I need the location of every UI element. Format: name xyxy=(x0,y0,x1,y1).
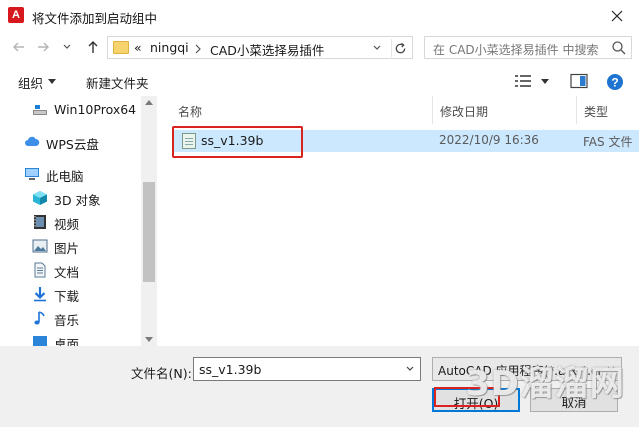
sidebar-item-label: 音乐 xyxy=(54,313,80,328)
drive-icon xyxy=(33,105,47,115)
filename-dropdown-button[interactable] xyxy=(404,363,416,375)
view-options-button[interactable] xyxy=(514,73,532,89)
chevron-down-icon xyxy=(607,366,615,371)
refresh-button[interactable] xyxy=(391,39,409,57)
file-type-filter[interactable]: AutoCAD 应用程序(*.arx;*.crx; xyxy=(432,357,622,381)
sidebar-item-documents[interactable]: 文档 xyxy=(0,258,141,282)
cancel-button-label: 取消 xyxy=(561,395,587,410)
close-icon xyxy=(611,10,623,22)
desktop-icon xyxy=(33,336,47,346)
window-title: 将文件添加到启动组中 xyxy=(32,11,158,26)
sidebar-item-label: 视频 xyxy=(54,217,80,232)
refresh-icon xyxy=(395,42,406,53)
details-view-icon xyxy=(515,75,531,87)
column-header-name[interactable]: 名称 xyxy=(178,96,202,124)
help-button[interactable]: ? xyxy=(606,73,624,91)
sidebar-item-label: 3D 对象 xyxy=(54,193,101,208)
annotation-highlight-box xyxy=(434,387,500,407)
scroll-down-arrow-icon[interactable] xyxy=(145,337,153,342)
view-caret-icon[interactable] xyxy=(541,79,549,84)
sidebar-item-label: 下载 xyxy=(54,289,80,304)
title-bar: A 将文件添加到启动组中 xyxy=(0,0,639,32)
breadcrumb-separator-icon xyxy=(195,44,201,54)
search-icon xyxy=(612,41,626,55)
file-type: FAS 文件 xyxy=(583,135,633,149)
cancel-button[interactable]: 取消 xyxy=(530,388,618,412)
column-header-modified[interactable]: 修改日期 xyxy=(440,96,488,124)
navigation-bar: « ningqi CAD小菜选择易插件 在 CAD小菜选择易插件 中搜索 xyxy=(0,32,639,62)
preview-pane-icon xyxy=(570,73,588,89)
search-placeholder: 在 CAD小菜选择易插件 中搜索 xyxy=(433,43,599,57)
download-icon xyxy=(34,287,46,302)
svg-text:?: ? xyxy=(611,76,618,90)
sidebar-item-videos[interactable]: 视频 xyxy=(0,210,141,234)
breadcrumb-ningqi[interactable]: ningqi xyxy=(150,40,189,55)
sidebar-item-wps-cloud[interactable]: WPS云盘 xyxy=(0,130,141,154)
address-bar[interactable]: « ningqi CAD小菜选择易插件 xyxy=(107,36,413,59)
new-folder-button[interactable]: 新建文件夹 xyxy=(86,73,149,92)
sidebar-item-downloads[interactable]: 下载 xyxy=(0,282,141,306)
back-button[interactable] xyxy=(10,38,28,56)
column-separator[interactable] xyxy=(576,96,577,124)
preview-pane-button[interactable] xyxy=(570,73,588,89)
filename-label: 文件名(N): xyxy=(131,366,192,381)
sidebar-item-music[interactable]: 音乐 xyxy=(0,306,141,330)
chevron-down-icon xyxy=(406,366,414,371)
file-modified-date: 2022/10/9 16:36 xyxy=(439,133,539,147)
filename-combobox[interactable]: ss_v1.39b xyxy=(193,357,421,381)
video-icon xyxy=(34,215,46,229)
breadcrumb-current-folder[interactable]: CAD小菜选择易插件 xyxy=(210,40,324,59)
filename-input[interactable]: ss_v1.39b xyxy=(199,362,261,377)
documents-icon xyxy=(34,262,46,278)
pictures-icon xyxy=(32,239,48,253)
music-icon xyxy=(34,311,45,325)
organize-menu[interactable]: 组织 xyxy=(18,73,43,92)
close-button[interactable] xyxy=(595,0,639,32)
up-button[interactable] xyxy=(84,38,102,56)
file-type-filter-value: AutoCAD 应用程序(*.arx;*.crx; xyxy=(438,364,603,378)
sidebar-item-label: WPS云盘 xyxy=(46,137,99,152)
cloud-icon xyxy=(25,136,40,146)
breadcrumb-overflow[interactable]: « xyxy=(134,40,142,55)
forward-arrow-icon xyxy=(38,42,49,52)
back-arrow-icon xyxy=(13,42,24,52)
scrollbar-thumb[interactable] xyxy=(143,182,155,282)
column-header-type[interactable]: 类型 xyxy=(584,96,608,124)
command-toolbar: 组织 新建文件夹 ? xyxy=(0,66,639,96)
sidebar-scrollbar[interactable] xyxy=(141,96,157,346)
recent-locations-button[interactable] xyxy=(58,38,76,56)
filter-dropdown-button[interactable] xyxy=(605,363,617,375)
chevron-down-icon xyxy=(373,45,381,50)
autocad-app-icon: A xyxy=(8,7,24,23)
organize-caret-icon xyxy=(48,79,56,84)
navigation-pane: Win10Prox64 ( WPS云盘 此电脑 3D 对象 视频 图片 文档 下… xyxy=(0,96,157,346)
sidebar-item-label: 此电脑 xyxy=(46,169,84,184)
scroll-up-arrow-icon[interactable] xyxy=(145,100,153,105)
sidebar-item-label: 文档 xyxy=(54,265,80,280)
forward-button[interactable] xyxy=(34,38,52,56)
sidebar-item-this-pc[interactable]: 此电脑 xyxy=(0,162,141,186)
sidebar-item-label: 桌面 xyxy=(54,337,80,346)
sidebar-item-desktop[interactable]: 桌面 xyxy=(0,330,141,346)
dialog-footer: 文件名(N): ss_v1.39b AutoCAD 应用程序(*.arx;*.c… xyxy=(0,346,639,427)
help-icon: ? xyxy=(607,74,623,90)
annotation-highlight-box xyxy=(172,126,303,158)
address-dropdown-button[interactable] xyxy=(370,40,384,56)
3d-objects-icon xyxy=(33,191,47,205)
sidebar-item-win10-drive[interactable]: Win10Prox64 ( xyxy=(0,98,145,122)
sidebar-item-3d-objects[interactable]: 3D 对象 xyxy=(0,186,141,210)
search-box[interactable]: 在 CAD小菜选择易插件 中搜索 xyxy=(424,36,632,59)
sidebar-item-pictures[interactable]: 图片 xyxy=(0,234,141,258)
sidebar-item-label: 图片 xyxy=(54,241,80,256)
chevron-down-icon xyxy=(63,44,71,49)
up-arrow-icon xyxy=(88,41,98,53)
computer-icon xyxy=(25,168,39,180)
folder-icon xyxy=(113,41,129,54)
sidebar-item-label: Win10Prox64 ( xyxy=(54,102,145,117)
column-separator[interactable] xyxy=(432,96,433,124)
